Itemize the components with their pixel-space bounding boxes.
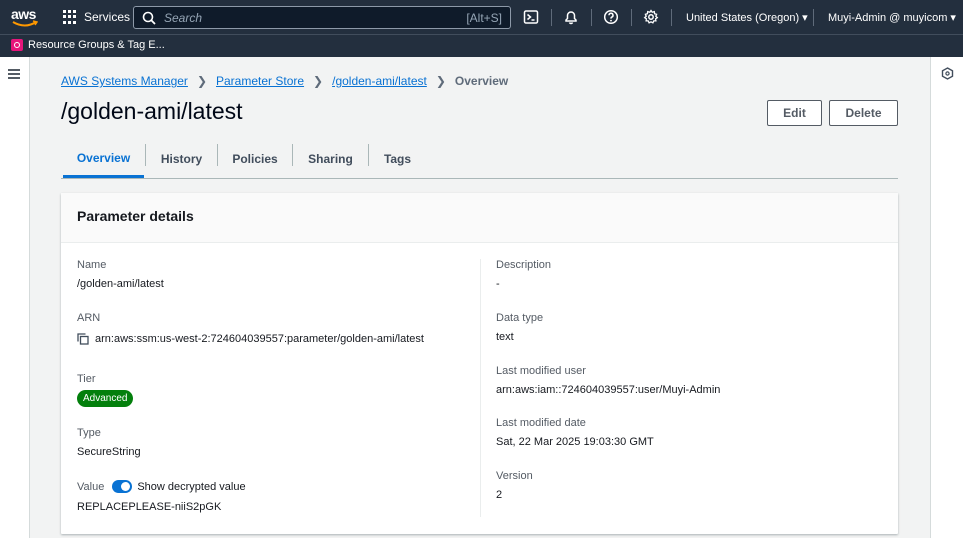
search-input[interactable] (164, 10, 467, 25)
value-label: Value (77, 480, 105, 493)
services-menu-button[interactable]: Services (63, 9, 130, 25)
version-label: Version (496, 470, 533, 482)
datatype-value: text (496, 331, 514, 343)
breadcrumb-systems-manager[interactable]: AWS Systems Manager (61, 74, 188, 88)
menu-icon[interactable] (8, 69, 20, 79)
top-navigation: aws Services [Alt+S] (0, 0, 963, 34)
arn-value-row: arn:aws:ssm:us-west-2:724604039557:param… (77, 333, 424, 345)
favorite-resource-groups[interactable]: Resource Groups & Tag E... (11, 39, 165, 51)
nav-divider (813, 9, 814, 26)
tier-badge: Advanced (77, 390, 134, 407)
name-value: /golden-ami/latest (77, 278, 164, 290)
favorites-bar: Resource Groups & Tag E... (0, 34, 963, 57)
aws-smile-icon (12, 20, 38, 27)
account-menu[interactable]: Muyi-Admin @ muyicom ▾ (828, 11, 956, 24)
delete-button[interactable]: Delete (829, 100, 898, 126)
description-label: Description (496, 259, 552, 271)
arn-label: ARN (77, 312, 101, 324)
modified-date-value: Sat, 22 Mar 2025 19:03:30 GMT (496, 436, 654, 448)
bell-icon[interactable] (563, 9, 579, 25)
breadcrumb-parameter-store[interactable]: Parameter Store (216, 74, 304, 88)
chevron-right-icon: ❯ (435, 74, 446, 88)
datatype-label: Data type (496, 312, 544, 324)
modified-user-label: Last modified user (496, 365, 586, 377)
edit-button[interactable]: Edit (767, 100, 822, 126)
favorite-label: Resource Groups & Tag E... (28, 39, 165, 51)
tab-tags[interactable]: Tags (369, 140, 426, 178)
toggle-label: Show decrypted value (137, 480, 246, 493)
show-decrypted-toggle[interactable] (112, 480, 133, 493)
breadcrumb-current: Overview (454, 74, 509, 88)
tab-policies[interactable]: Policies (218, 140, 292, 178)
name-label: Name (77, 259, 107, 271)
search-shortcut-hint: [Alt+S] (466, 10, 502, 25)
type-field: Type SecureString (77, 427, 141, 458)
nav-divider (551, 9, 552, 26)
chevron-right-icon: ❯ (313, 74, 324, 88)
datatype-field: Data type text (496, 312, 543, 343)
help-icon[interactable] (603, 9, 619, 25)
nav-divider (671, 9, 672, 26)
breadcrumb: AWS Systems Manager ❯ Parameter Store ❯ … (61, 74, 508, 88)
nav-divider (631, 9, 632, 26)
value-field: Value Show decrypted value REPLACEPLEASE… (77, 480, 246, 513)
modified-user-value: arn:aws:iam::724604039557:user/Muyi-Admi… (496, 384, 721, 396)
gear-icon[interactable] (643, 9, 659, 25)
copy-icon[interactable] (77, 333, 89, 345)
value-label-row: Value Show decrypted value (77, 480, 246, 493)
tab-bar: Overview History Policies Sharing Tags (61, 140, 898, 179)
name-field: Name /golden-ami/latest (77, 259, 164, 290)
nav-divider (591, 9, 592, 26)
tab-history[interactable]: History (146, 140, 217, 178)
parameter-value: REPLACEPLEASE-niiS2pGK (77, 501, 222, 513)
page-title: /golden-ami/latest (61, 98, 243, 124)
panel-title: Parameter details (77, 208, 194, 224)
tab-sharing[interactable]: Sharing (293, 140, 368, 178)
description-value: - (496, 278, 500, 290)
search-bar[interactable]: [Alt+S] (133, 6, 511, 29)
tier-field: Tier Advanced (77, 373, 134, 407)
version-value: 2 (496, 489, 503, 501)
type-value: SecureString (77, 446, 141, 458)
modified-date-label: Last modified date (496, 417, 586, 429)
tier-label: Tier (77, 373, 96, 385)
arn-field: ARN arn:aws:ssm:us-west-2:724604039557:p… (77, 312, 424, 345)
services-label: Services (84, 10, 131, 24)
right-rail (930, 57, 963, 538)
type-label: Type (77, 427, 101, 439)
aws-logo[interactable]: aws (11, 6, 39, 30)
region-selector[interactable]: United States (Oregon) ▾ (686, 11, 808, 24)
cloudshell-icon[interactable] (523, 9, 539, 25)
tab-overview[interactable]: Overview (63, 140, 144, 178)
hexagon-info-icon[interactable] (941, 67, 954, 80)
column-divider (480, 259, 481, 517)
panel-header: Parameter details (61, 193, 898, 243)
arn-value: arn:aws:ssm:us-west-2:724604039557:param… (95, 333, 424, 345)
chevron-right-icon: ❯ (196, 74, 207, 88)
breadcrumb-parameter[interactable]: /golden-ami/latest (332, 74, 427, 88)
left-rail (0, 57, 30, 538)
grid-icon (63, 10, 77, 24)
version-field: Version 2 (496, 470, 533, 501)
modified-date-field: Last modified date Sat, 22 Mar 2025 19:0… (496, 417, 654, 448)
parameter-details-panel: Parameter details Name /golden-ami/lates… (61, 193, 898, 534)
resource-groups-icon (11, 39, 23, 51)
description-field: Description - (496, 259, 551, 290)
search-icon (142, 11, 156, 25)
modified-user-field: Last modified user arn:aws:iam::72460403… (496, 365, 720, 396)
